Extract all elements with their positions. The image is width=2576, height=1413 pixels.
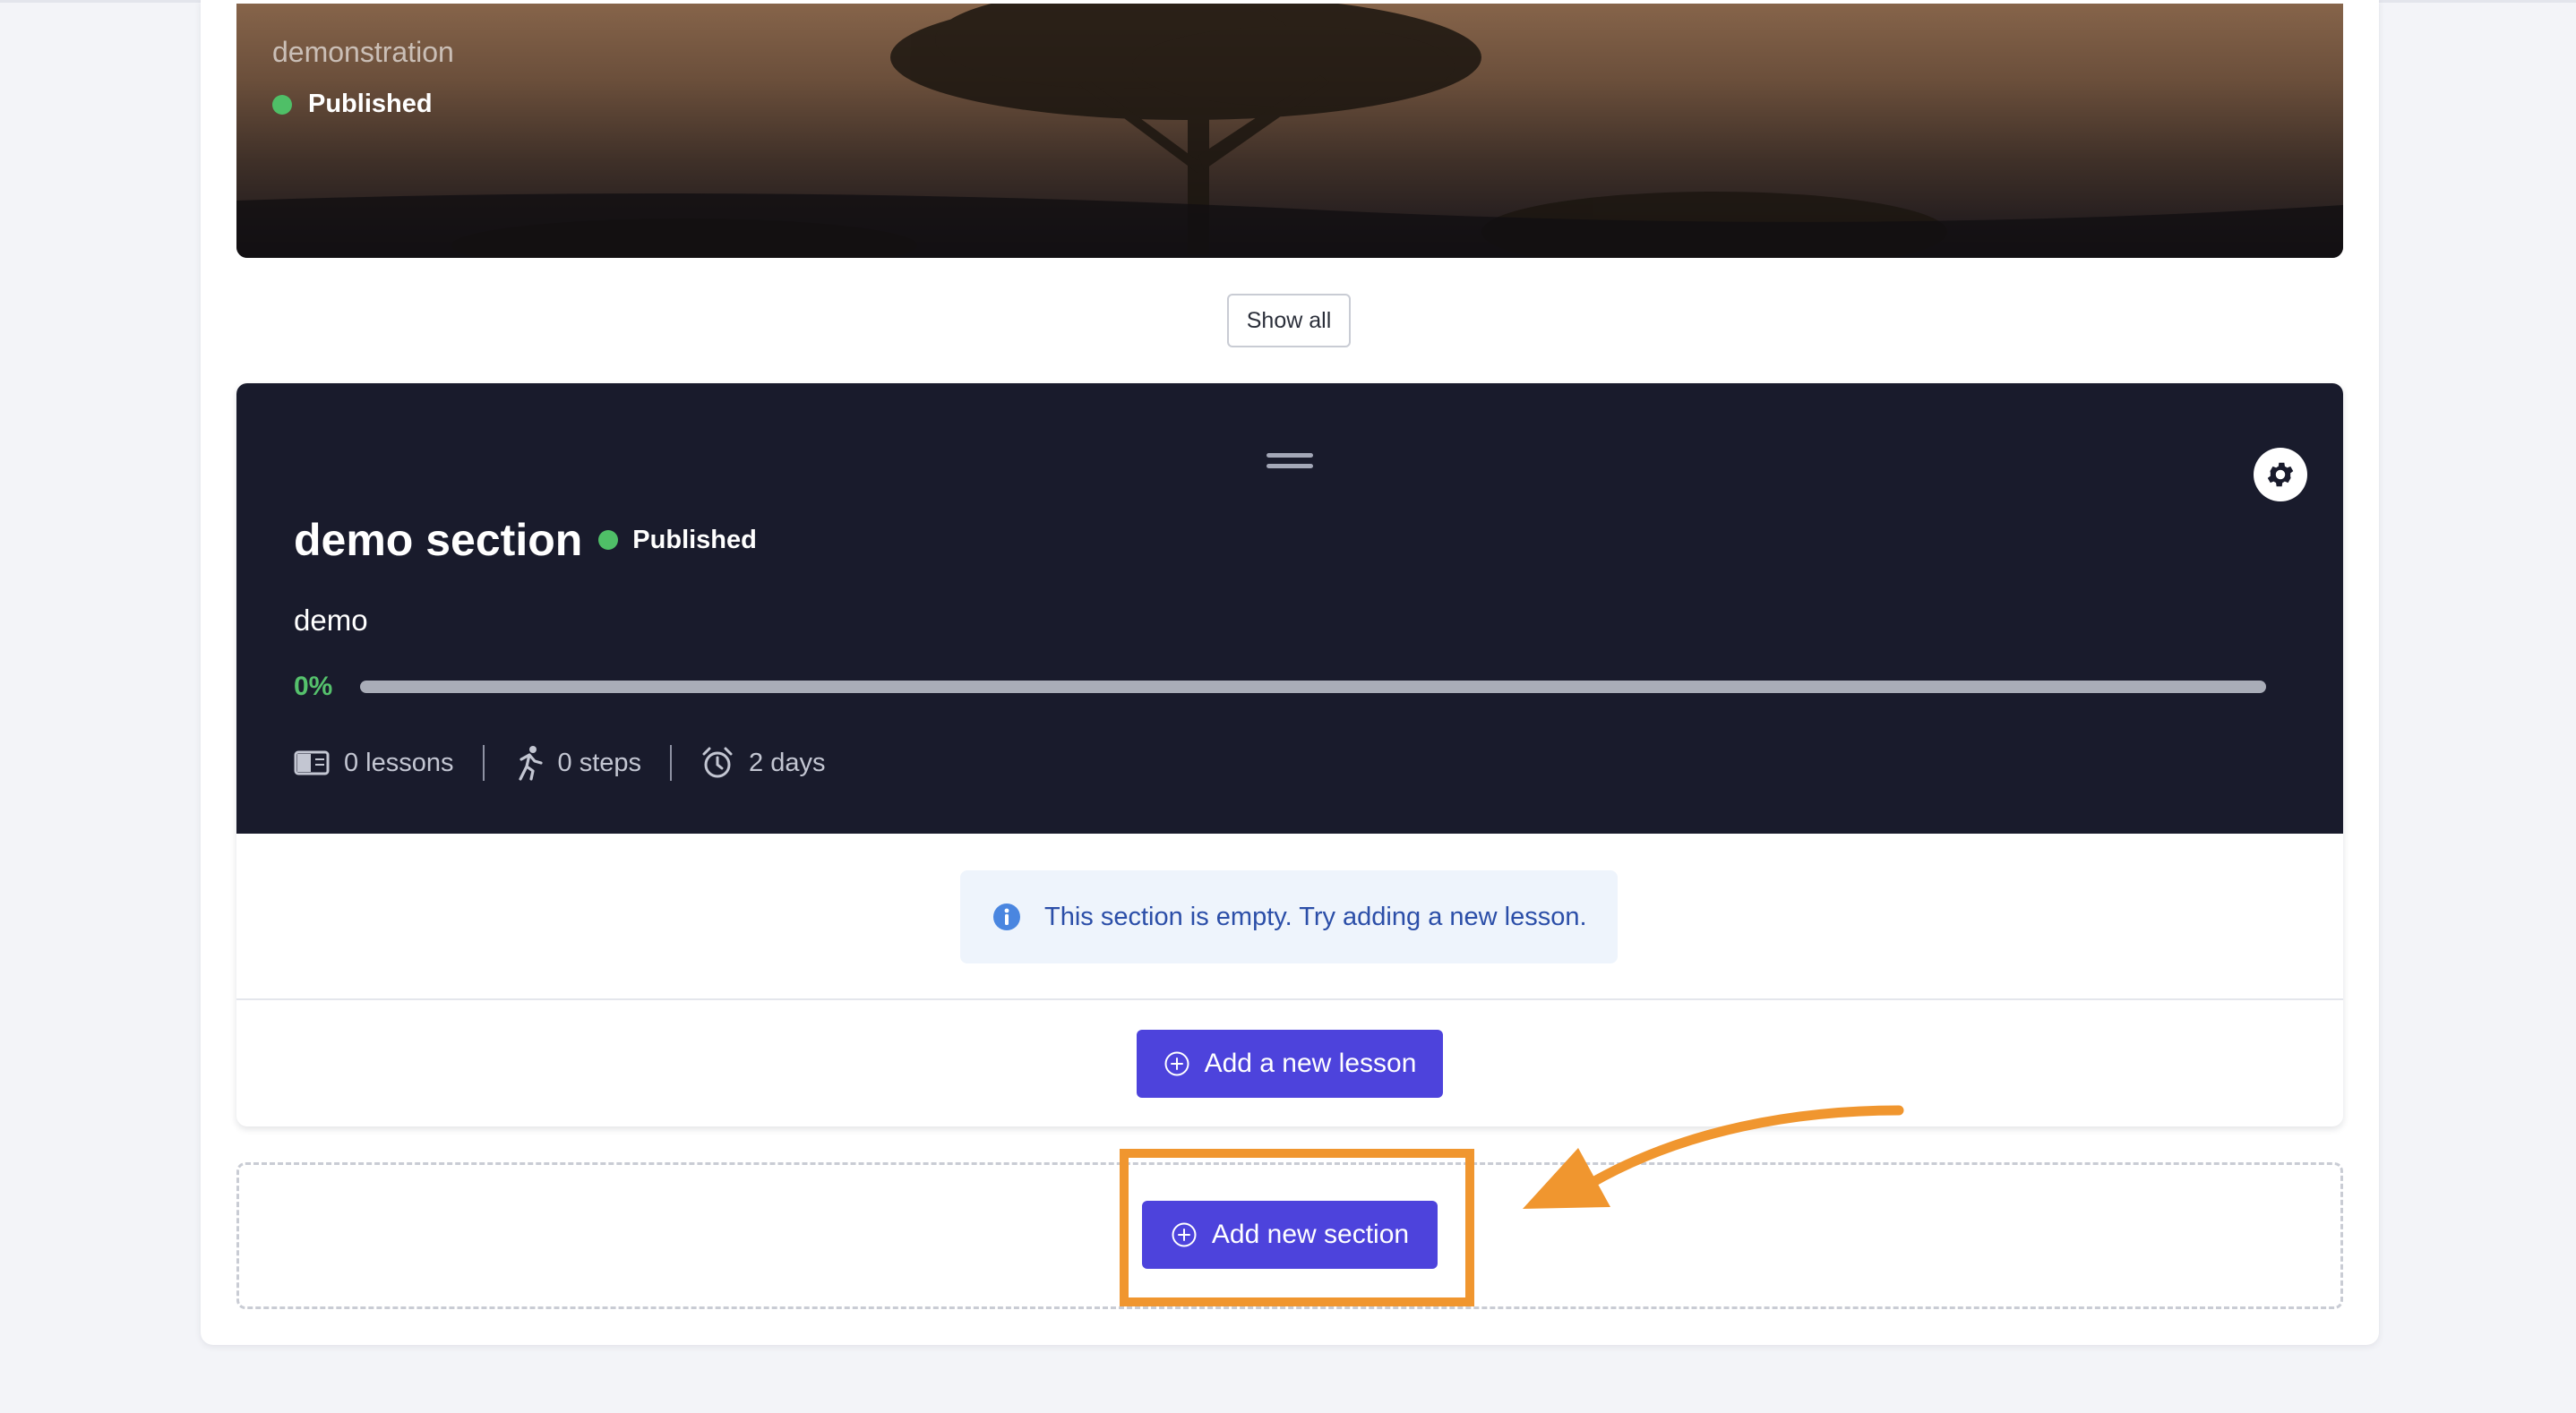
published-dot-icon (272, 94, 292, 115)
section-card: demo section Published demo 0% 0 lessons… (236, 383, 2343, 1126)
section-meta: 0 lessons 0 steps 2 days (294, 738, 825, 788)
steps-count-label: 0 steps (557, 748, 642, 777)
meta-divider (482, 745, 485, 781)
progress-bar (360, 681, 2266, 693)
section-status-label: Published (632, 525, 757, 554)
empty-section-alert: This section is empty. Try adding a new … (960, 870, 1618, 963)
hero-subtitle: demonstration (272, 36, 454, 68)
lessons-count: 0 lessons (294, 749, 454, 778)
steps-count: 0 steps (513, 745, 642, 781)
section-title: demo section (294, 515, 583, 565)
drag-handle-icon[interactable] (1267, 453, 1313, 471)
section-status-badge: Published (598, 526, 757, 555)
show-all-button[interactable]: Show all (1227, 294, 1351, 347)
annotation-highlight-box (1120, 1149, 1474, 1306)
card-divider (236, 998, 2343, 1000)
meta-divider (670, 745, 673, 781)
hero-status-badge: Published (272, 90, 433, 119)
section-header: demo section Published demo 0% 0 lessons… (236, 383, 2343, 834)
duration: 2 days (700, 746, 825, 780)
gear-icon (2267, 462, 2294, 487)
lessons-count-label: 0 lessons (344, 748, 454, 777)
hero-banner: demonstration Published (236, 4, 2343, 258)
tree-silhouette-image (236, 4, 2343, 258)
progress-percent: 0% (294, 672, 333, 701)
alarm-clock-icon (702, 747, 733, 778)
hero-status-label: Published (308, 90, 433, 118)
plus-circle-icon (1164, 1051, 1189, 1076)
running-icon (518, 746, 543, 781)
info-icon (993, 903, 1020, 930)
duration-label: 2 days (749, 748, 826, 777)
annotation-arrow-icon (1523, 1105, 1904, 1209)
book-icon (294, 750, 330, 775)
section-description: demo (294, 604, 368, 637)
section-progress: 0% (294, 672, 2266, 702)
section-title-row: demo section Published (294, 514, 757, 566)
empty-section-message: This section is empty. Try adding a new … (1044, 902, 1587, 931)
add-lesson-label: Add a new lesson (1204, 1049, 1417, 1078)
add-lesson-button[interactable]: Add a new lesson (1137, 1030, 1443, 1098)
published-dot-icon (598, 530, 619, 550)
section-settings-button[interactable] (2254, 448, 2307, 501)
